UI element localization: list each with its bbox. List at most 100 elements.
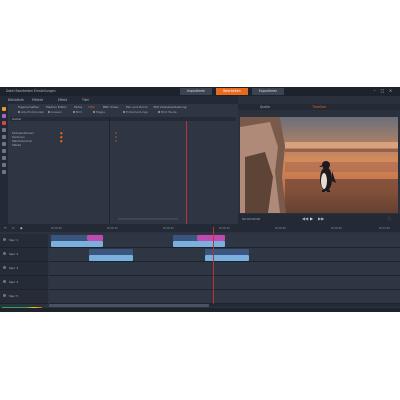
speed-icon[interactable] — [2, 163, 6, 167]
track-name: Spur 5 — [9, 294, 19, 298]
track-visibility-icon[interactable] — [3, 252, 6, 255]
play-button[interactable]: ▶ — [310, 216, 313, 221]
track-visibility-icon[interactable] — [3, 280, 6, 283]
penguin-comic-frame — [240, 117, 398, 213]
track-lane-1[interactable] — [49, 234, 400, 248]
forward-button[interactable]: ▶▶ — [318, 216, 324, 221]
effect-column-header — [10, 117, 109, 121]
scrollbar-thumb[interactable] — [49, 304, 209, 307]
audio-clip[interactable] — [51, 241, 103, 247]
column-divider — [109, 117, 110, 224]
audio-clip[interactable] — [205, 255, 249, 261]
maximize-icon[interactable]: □ — [380, 88, 385, 94]
tab-effect[interactable]: Effekt — [56, 97, 69, 103]
category-title[interactable]: Titel — [88, 105, 94, 109]
option-4[interactable]: Magie — [93, 110, 105, 114]
preview-panel: Quelle Timeline 00:00:00:00 ▶ ◀◀ ▶▶ ⛶ — [238, 96, 400, 224]
track-visibility-icon[interactable] — [3, 266, 6, 269]
tab-source[interactable]: Quelle — [238, 104, 292, 110]
category-bbc-video[interactable]: BBC Video — [103, 105, 119, 109]
mask-icon[interactable] — [2, 156, 6, 160]
ruler-tick: 00:00:40 — [275, 227, 286, 230]
track-header-5[interactable]: Spur 5 — [0, 290, 48, 304]
param-value-3[interactable]: 0 — [115, 139, 117, 143]
ruler-tick: 00:00:20 — [163, 227, 174, 230]
keyframe-scrollbar[interactable] — [118, 218, 178, 220]
title-icon[interactable] — [2, 128, 6, 132]
track-header-4[interactable]: Spur 4 — [0, 276, 48, 290]
effect-panel: Eigenschaften Medien Editor Farbe Titel … — [8, 104, 238, 224]
playback-controls: 00:00:00:00 ▶ ◀◀ ▶▶ ⛶ — [238, 214, 400, 224]
track-name: Spur 4 — [9, 280, 19, 284]
tab-effects[interactable]: Effekte — [30, 97, 45, 103]
track-header-1[interactable]: Spur 1 — [0, 234, 48, 248]
param-slider-3[interactable]: ● — [60, 139, 63, 143]
ruler-tick: 00:00:50 — [331, 227, 342, 230]
transition-icon[interactable] — [2, 135, 6, 139]
magnet-icon[interactable]: ⊂ — [12, 226, 15, 230]
tab-library[interactable]: Bibliothek — [6, 97, 26, 103]
track-lane-2[interactable] — [49, 248, 400, 262]
effect-name: Comic — [12, 117, 22, 121]
ruler-tick: 00:01:00 — [379, 227, 390, 230]
fullscreen-icon[interactable]: ⛶ — [388, 216, 391, 221]
timeline-ruler[interactable]: 00:00:00 00:00:10 00:00:20 00:00:30 00:0… — [49, 227, 400, 232]
track-visibility-icon[interactable] — [3, 238, 6, 241]
keyframe-playhead — [186, 121, 187, 224]
category-properties[interactable]: Eigenschaften — [18, 105, 39, 109]
video-preview — [240, 117, 398, 213]
motion-icon[interactable] — [2, 149, 6, 153]
pinnacle-studio-window: Datei Bearbeiten Einstellungen Importier… — [0, 87, 400, 312]
settings-icon[interactable] — [2, 170, 6, 174]
category-pan-zoom[interactable]: Pan und Zoom — [126, 105, 148, 109]
tab-title[interactable]: Titel — [80, 97, 91, 103]
audio-clip[interactable] — [173, 241, 225, 247]
track-header-2[interactable]: Spur 2 — [0, 248, 48, 262]
option-2[interactable]: Aussen — [48, 110, 62, 114]
mode-import-button[interactable]: Importieren — [180, 88, 212, 95]
status-bar — [0, 308, 400, 312]
ruler-tick: 00:00:00 — [51, 227, 62, 230]
preview-tabs: Quelle Timeline — [238, 104, 400, 110]
param-row-4: Stärke — [12, 143, 21, 147]
timecode-display: 00:00:00:00 — [242, 217, 261, 221]
mode-export-button[interactable]: Exportieren — [252, 88, 284, 95]
option-3[interactable]: Bild — [73, 110, 82, 114]
timeline-scrollbar[interactable] — [49, 304, 400, 307]
track-lane-3[interactable] — [49, 262, 400, 276]
effects-icon[interactable] — [2, 114, 6, 118]
category-media-editor[interactable]: Medien Editor — [46, 105, 67, 109]
track-lane-5[interactable] — [49, 290, 400, 304]
option-6[interactable]: Bild Heute — [158, 110, 177, 114]
audio-icon[interactable] — [2, 142, 6, 146]
ruler-tick: 00:00:30 — [219, 227, 230, 230]
color-icon[interactable] — [2, 121, 6, 125]
razor-tool-icon[interactable]: ✂ — [4, 226, 7, 230]
mode-edit-button[interactable]: Bearbeiten — [216, 88, 248, 95]
import-icon[interactable] — [2, 107, 6, 111]
category-color[interactable]: Farbe — [74, 105, 82, 109]
track-lane-4[interactable] — [49, 276, 400, 290]
rewind-button[interactable]: ◀◀ — [302, 216, 308, 221]
ruler-tick: 00:00:10 — [107, 227, 118, 230]
keyframe-column-header — [109, 117, 236, 121]
track-header-3[interactable]: Spur 3 — [0, 262, 48, 276]
option-1[interactable]: Alle Einblenden — [18, 110, 44, 114]
track-visibility-icon[interactable] — [3, 294, 6, 297]
track-name: Spur 1 — [9, 238, 19, 242]
library-tabbar: Bibliothek Effekte Effekt Titel — [0, 96, 238, 104]
category-360[interactable]: 360 Videobearbeitung — [153, 105, 186, 109]
track-name: Spur 3 — [9, 266, 19, 270]
close-icon[interactable]: × — [388, 88, 393, 94]
tool-sidebar — [0, 104, 8, 224]
title-bar: Datei Bearbeiten Einstellungen Importier… — [0, 87, 400, 96]
option-5[interactable]: Entscheidungs — [123, 110, 148, 114]
audio-clip[interactable] — [89, 255, 133, 261]
tab-timeline[interactable]: Timeline — [292, 104, 346, 110]
timeline-panel: ✂ ⊂ ◆ 00:00:00 00:00:10 00:00:20 00:00:3… — [0, 224, 400, 312]
marker-icon[interactable]: ◆ — [20, 226, 23, 230]
track-name: Spur 2 — [9, 252, 19, 256]
minimize-icon[interactable]: – — [372, 88, 377, 94]
timeline-playhead[interactable] — [213, 227, 214, 304]
menu-items[interactable]: Datei Bearbeiten Einstellungen — [6, 89, 56, 93]
